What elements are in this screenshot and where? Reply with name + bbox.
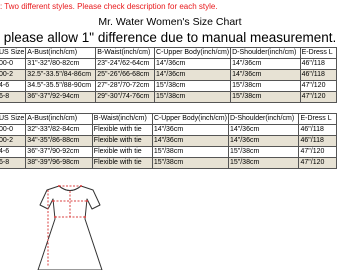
table-cell: 00-2 (0, 69, 27, 81)
table-cell: 15"/38cm (153, 91, 232, 103)
table-cell: 15"/38cm (151, 146, 229, 158)
header-cell: B-Waist(inch/cm) (95, 47, 155, 59)
table-cell: 14"/36cm (227, 135, 300, 147)
table-row: 6-8 36"-37"/92-94cm 29"-30"/74-76cm 15"/… (0, 91, 338, 103)
header-cell: E-Dress L (299, 47, 338, 59)
table-cell: 46"/118 (298, 124, 337, 136)
table-cell: 15"/38cm (151, 157, 229, 169)
table-cell: Flexible with tie (91, 157, 153, 169)
table-cell: 29"-30"/74-76cm (95, 91, 155, 103)
table-cell: 14"/36cm (227, 124, 300, 136)
table-cell: 47"/120 (299, 80, 338, 92)
table-cell: 46"/118 (298, 135, 337, 147)
table-row: 4-6 34.5"-35.5"/88-90cm 27"-28"/70-72cm … (0, 80, 338, 92)
table-cell: 46"/118 (299, 69, 338, 81)
table-cell: 4-6 (0, 146, 27, 158)
header-cell: D-Shoulder(inch/cm) (230, 47, 301, 59)
table-cell: 15"/38cm (153, 80, 232, 92)
table-cell: 47"/120 (299, 91, 338, 103)
measurement-disclaimer: please allow 1" difference due to manual… (3, 30, 337, 45)
table-cell: 14"/36cm (153, 69, 232, 81)
table-cell: 14"/36cm (230, 58, 301, 70)
table-cell: 46"/118 (299, 58, 338, 70)
table-cell: 6-8 (0, 157, 27, 169)
table-cell: 15"/38cm (230, 91, 301, 103)
table-cell: 36"-37"/90-92cm (25, 146, 93, 158)
header-cell: A-Bust(inch/cm) (25, 47, 97, 59)
table-cell: 34.5"-35.5"/88-90cm (25, 80, 97, 92)
table-cell: 14"/36cm (153, 58, 232, 70)
table-cell: Flexible with tie (91, 124, 153, 136)
table-row: 00-2 34"-35"/86-88cm Flexible with tie 1… (0, 135, 337, 147)
header-cell: US Size (0, 47, 27, 59)
size-table-style-2: US Size A-Bust(inch/cm) B-Waist(inch/cm)… (0, 113, 337, 169)
table-cell: 14"/36cm (151, 135, 229, 147)
table-cell: 15"/38cm (230, 80, 301, 92)
size-table-style-1: US Size A-Bust(inch/cm) B-Waist(inch/cm)… (0, 47, 338, 103)
header-cell: E-Dress L (298, 113, 337, 125)
table-cell: 25"-26"/66-68cm (95, 69, 155, 81)
table-row: 4-6 36"-37"/90-92cm Flexible with tie 15… (0, 146, 337, 158)
table-cell: 00-0 (0, 124, 27, 136)
table-cell: 32.5"-33.5"/84-86cm (25, 69, 97, 81)
table-cell: 27"-28"/70-72cm (95, 80, 155, 92)
table-cell: 00-2 (0, 135, 27, 147)
table-cell: 47"/120 (298, 146, 337, 158)
table-cell: 38"-39"/96-98cm (25, 157, 93, 169)
table-header-row: US Size A-Bust(inch/cm) B-Waist(inch/cm)… (0, 47, 338, 59)
table-cell: 31"-32"/80-82cm (25, 58, 97, 70)
style-note: : Two different styles. Please check des… (0, 2, 218, 11)
table-cell: 32"-33"/82-84cm (25, 124, 93, 136)
header-cell: D-Shoulder(inch/cm) (227, 113, 300, 125)
table-row: 00-0 32"-33"/82-84cm Flexible with tie 1… (0, 124, 337, 136)
header-cell: US Size (0, 113, 27, 125)
table-cell: Flexible with tie (91, 146, 153, 158)
table-cell: 47"/120 (298, 157, 337, 169)
table-cell: 34"-35"/86-88cm (25, 135, 93, 147)
table-row: 6-8 38"-39"/96-98cm Flexible with tie 15… (0, 157, 337, 169)
table-cell: 36"-37"/92-94cm (25, 91, 97, 103)
table-cell: 4-6 (0, 80, 27, 92)
header-cell: B-Waist(inch/cm) (91, 113, 153, 125)
header-cell: C-Upper Body(inch/cm) (151, 113, 229, 125)
header-cell: A-Bust(inch/cm) (25, 113, 93, 125)
table-cell: 23"-24"/62-64cm (95, 58, 155, 70)
table-cell: 00-0 (0, 58, 27, 70)
table-cell: 15"/38cm (227, 146, 300, 158)
table-cell: 15"/38cm (227, 157, 300, 169)
header-cell: C-Upper Body(inch/cm) (153, 47, 232, 59)
table-cell: Flexible with tie (91, 135, 153, 147)
table-cell: 14"/36cm (230, 69, 301, 81)
table-row: 00-2 32.5"-33.5"/84-86cm 25"-26"/66-68cm… (0, 69, 338, 81)
table-row: 00-0 31"-32"/80-82cm 23"-24"/62-64cm 14"… (0, 58, 338, 70)
table-cell: 6-8 (0, 91, 27, 103)
table-header-row: US Size A-Bust(inch/cm) B-Waist(inch/cm)… (0, 113, 337, 125)
dress-illustration (37, 185, 103, 270)
table-cell: 14"/36cm (151, 124, 229, 136)
